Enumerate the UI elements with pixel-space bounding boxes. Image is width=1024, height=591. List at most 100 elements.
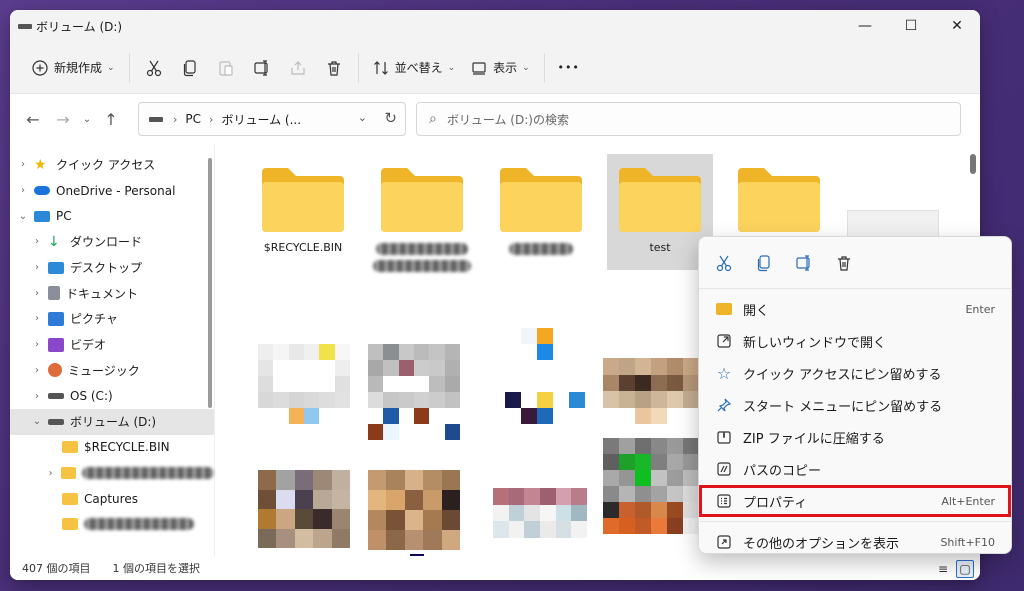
up-button[interactable]: ↑ <box>96 103 126 135</box>
nav-item-downloads[interactable]: › ↓ ダウンロード <box>10 229 214 255</box>
refresh-icon[interactable]: ↻ <box>384 109 397 127</box>
chevron-right-icon[interactable]: › <box>30 288 44 299</box>
ctx-show-more-options[interactable]: その他のオプションを表示 Shift+F10 <box>699 526 1011 558</box>
close-button[interactable]: ✕ <box>934 10 980 42</box>
share-button[interactable] <box>280 51 316 85</box>
ctx-open[interactable]: 開く Enter <box>699 293 1011 325</box>
details-view-button[interactable]: ≡ <box>934 560 952 578</box>
chevron-right-icon[interactable]: › <box>30 391 44 402</box>
nav-item-videos[interactable]: › ビデオ <box>10 332 214 358</box>
delete-button[interactable] <box>316 51 352 85</box>
nav-label: OS (C:) <box>70 389 113 404</box>
rename-button[interactable] <box>244 51 280 85</box>
paste-button[interactable] <box>208 51 244 85</box>
folder-tile[interactable] <box>369 154 475 272</box>
view-button-label: 表示 <box>493 61 518 75</box>
chevron-right-icon[interactable]: › <box>30 262 44 273</box>
forward-button[interactable]: → <box>48 103 78 135</box>
nav-item-hidden-folder-2[interactable] <box>10 512 214 538</box>
new-button[interactable]: 新規作成 ⌄ <box>24 51 123 85</box>
new-button-label: 新規作成 <box>54 61 103 75</box>
image-thumbnail[interactable] <box>368 344 460 440</box>
ctx-copy-path[interactable]: パスのコピー <box>699 453 1011 485</box>
folder-icon <box>619 168 701 232</box>
nav-scrollbar[interactable] <box>208 158 212 408</box>
back-button[interactable]: ← <box>18 103 48 135</box>
nav-item-pc[interactable]: ⌄ PC <box>10 203 214 229</box>
chevron-down-icon[interactable]: ⌄ <box>16 211 30 222</box>
copy-button[interactable] <box>172 51 208 85</box>
ctx-label: スタート メニューにピン留めする <box>743 399 943 415</box>
nav-label: ボリューム (D:) <box>70 415 157 430</box>
new-window-icon <box>713 333 735 349</box>
breadcrumb-pc[interactable]: PC <box>185 112 201 126</box>
video-icon <box>48 337 64 352</box>
folder-tile[interactable] <box>488 154 594 270</box>
star-icon: ★ <box>34 156 47 173</box>
blurred-label <box>84 518 194 531</box>
properties-icon <box>713 493 735 509</box>
ctx-open-new-window[interactable]: 新しいウィンドウで開く <box>699 325 1011 357</box>
chevron-right-icon[interactable]: › <box>30 365 44 376</box>
chevron-right-icon[interactable]: › <box>30 313 44 324</box>
ctx-delete-button[interactable] <box>831 250 857 276</box>
image-thumbnail[interactable] <box>603 358 699 424</box>
image-thumbnail[interactable] <box>493 488 587 538</box>
nav-item-music[interactable]: › ミュージック <box>10 358 214 384</box>
content-scrollbar[interactable] <box>970 154 976 174</box>
folder-icon <box>62 518 78 531</box>
ctx-pin-quick-access[interactable]: ☆ クイック アクセスにピン留めする <box>699 357 1011 389</box>
nav-item-pictures[interactable]: › ピクチャ <box>10 306 214 332</box>
recent-locations-button[interactable]: ⌄ <box>78 103 96 135</box>
chevron-right-icon[interactable]: › <box>44 468 57 479</box>
nav-item-volume-d[interactable]: ⌄ ボリューム (D:) <box>10 408 214 435</box>
paste-icon <box>218 60 233 76</box>
more-button[interactable]: ••• <box>551 51 587 85</box>
ctx-properties[interactable]: プロパティ Alt+Enter <box>699 485 1011 517</box>
image-thumbnail[interactable] <box>258 344 350 424</box>
image-thumbnail[interactable] <box>258 470 350 548</box>
cut-button[interactable] <box>136 51 172 85</box>
sort-button[interactable]: 並べ替え ⌄ <box>365 51 464 85</box>
ctx-copy-button[interactable] <box>751 250 777 276</box>
tiles-view-button[interactable]: ▢ <box>956 560 974 578</box>
nav-item-documents[interactable]: › ドキュメント <box>10 280 214 306</box>
minimize-button[interactable]: — <box>842 10 888 42</box>
ctx-pin-start[interactable]: スタート メニューにピン留めする <box>699 389 1011 421</box>
nav-item-quick-access[interactable]: › ★ クイック アクセス <box>10 152 214 178</box>
nav-label: ダウンロード <box>70 235 143 250</box>
image-thumbnail[interactable] <box>505 328 585 440</box>
nav-item-os-c[interactable]: › OS (C:) <box>10 383 214 409</box>
nav-item-captures[interactable]: Captures <box>10 486 214 512</box>
nav-item-hidden-folder[interactable]: › <box>10 460 214 486</box>
copy-icon <box>183 59 196 76</box>
ctx-cut-button[interactable] <box>711 250 737 276</box>
address-bar[interactable]: › PC › ボリューム (... ⌄ ↻ <box>138 102 406 136</box>
image-thumbnail[interactable] <box>603 438 699 550</box>
chevron-right-icon[interactable]: › <box>16 185 30 196</box>
folder-tile[interactable]: $RECYCLE.BIN <box>250 154 356 270</box>
maximize-button[interactable]: ☐ <box>888 10 934 42</box>
chevron-right-icon[interactable]: › <box>30 339 44 350</box>
ctx-compress-zip[interactable]: ZIP ファイルに圧縮する <box>699 421 1011 453</box>
ctx-rename-button[interactable] <box>791 250 817 276</box>
scissors-icon <box>146 60 161 76</box>
nav-label: ドキュメント <box>66 286 139 301</box>
address-dropdown-icon[interactable]: ⌄ <box>358 111 367 124</box>
nav-label: OneDrive - Personal <box>56 183 176 198</box>
nav-item-recycle-bin[interactable]: $RECYCLE.BIN <box>10 435 214 461</box>
scissors-icon <box>716 255 732 271</box>
context-menu-quick-actions <box>699 237 1011 289</box>
toolbar-divider <box>357 52 359 83</box>
arrow-up-icon: ↑ <box>104 109 118 129</box>
breadcrumb-volume[interactable]: ボリューム (... <box>221 111 301 128</box>
nav-item-desktop[interactable]: › デスクトップ <box>10 255 214 281</box>
chevron-right-icon[interactable]: › <box>16 159 30 170</box>
view-button[interactable]: 表示 ⌄ <box>463 51 538 85</box>
image-thumbnail[interactable] <box>368 470 460 550</box>
nav-item-onedrive[interactable]: › OneDrive - Personal <box>10 178 214 204</box>
document-icon <box>48 286 60 301</box>
chevron-down-icon[interactable]: ⌄ <box>30 416 44 427</box>
search-box[interactable]: ⌕ ボリューム (D:)の検索 <box>416 102 961 136</box>
chevron-right-icon[interactable]: › <box>30 236 44 247</box>
